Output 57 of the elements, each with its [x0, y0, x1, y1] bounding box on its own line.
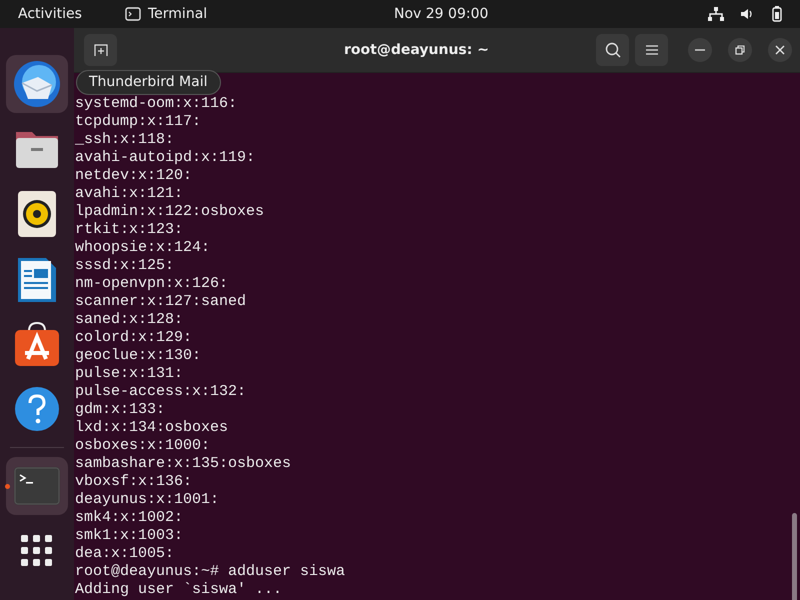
terminal-line: systemd-oom:x:116:: [75, 95, 238, 113]
terminal-line: pulse-access:x:132:: [75, 383, 248, 401]
terminal-line: sambashare:x:135:osboxes: [75, 455, 292, 473]
terminal-line: pulse:x:131:: [75, 365, 184, 383]
terminal-line: whoopsie:x:124:: [75, 239, 212, 257]
search-button[interactable]: [596, 34, 629, 66]
terminal-line: deayunus:x:1001:: [75, 491, 220, 509]
new-tab-button[interactable]: [84, 34, 117, 66]
terminal-line: netdev:x:120:: [75, 167, 194, 185]
speaker-icon: [18, 191, 56, 237]
app-menu[interactable]: Terminal: [148, 6, 208, 22]
terminal-line: geoclue:x:130:: [75, 347, 202, 365]
scrollbar[interactable]: [792, 513, 797, 600]
dock-item[interactable]: [6, 55, 68, 113]
search-icon: [604, 42, 620, 58]
shopping-bag-icon: [14, 321, 60, 367]
network-icon[interactable]: [708, 7, 724, 21]
terminal-line: root@deayunus:~# adduser siswa: [75, 563, 346, 581]
terminal-icon: [125, 7, 141, 21]
menu-icon: [646, 45, 658, 55]
new-tab-icon: [94, 44, 108, 56]
terminal-line: Adding user `siswa' ...: [75, 581, 284, 599]
terminal-line: smk4:x:1002:: [75, 509, 184, 527]
terminal-line: lpadmin:x:122:osboxes: [75, 203, 266, 221]
menu-button[interactable]: [635, 34, 668, 66]
terminal-line: avahi:x:121:: [75, 185, 184, 203]
terminal-line: _ssh:x:118:: [75, 131, 176, 149]
close-button[interactable]: [768, 38, 792, 62]
app-grid-icon: [21, 535, 53, 567]
bird-envelope-icon: [12, 59, 62, 109]
battery-icon[interactable]: [772, 6, 782, 22]
document-icon: [18, 256, 56, 302]
restore-icon: [735, 45, 745, 55]
terminal-line: lxd:x:134:osboxes: [75, 419, 230, 437]
terminal-line: scanner:x:127:saned: [75, 293, 248, 311]
terminal-line: nm-openvpn:x:126:: [75, 275, 230, 293]
terminal-icon: [14, 467, 60, 505]
terminal-line: vboxsf:x:136:: [75, 473, 194, 491]
help-icon: [14, 386, 60, 432]
close-icon: [775, 45, 785, 55]
terminal-line: tcpdump:x:117:: [75, 113, 202, 131]
minimize-button[interactable]: [688, 38, 712, 62]
terminal-line: saned:x:128:: [75, 311, 184, 329]
terminal-line: rtkit:x:123:: [75, 221, 184, 239]
terminal-line: sssd:x:125:: [75, 257, 176, 275]
terminal-line: dea:x:1005:: [75, 545, 176, 563]
terminal-line: gdm:x:133:: [75, 401, 166, 419]
activities-button[interactable]: Activities: [0, 6, 125, 22]
clock[interactable]: Nov 29 09:00: [394, 6, 488, 22]
minimize-icon: [695, 49, 705, 51]
terminal-line: smk1:x:1003:: [75, 527, 184, 545]
maximize-button[interactable]: [728, 38, 752, 62]
terminal-line: avahi-autoipd:x:119:: [75, 149, 256, 167]
terminal-line: osboxes:x:1000:: [75, 437, 212, 455]
tooltip: Thunderbird Mail: [76, 70, 220, 95]
terminal-line: colord:x:129:: [75, 329, 194, 347]
window-title: root@deayunus: ~: [343, 42, 490, 58]
